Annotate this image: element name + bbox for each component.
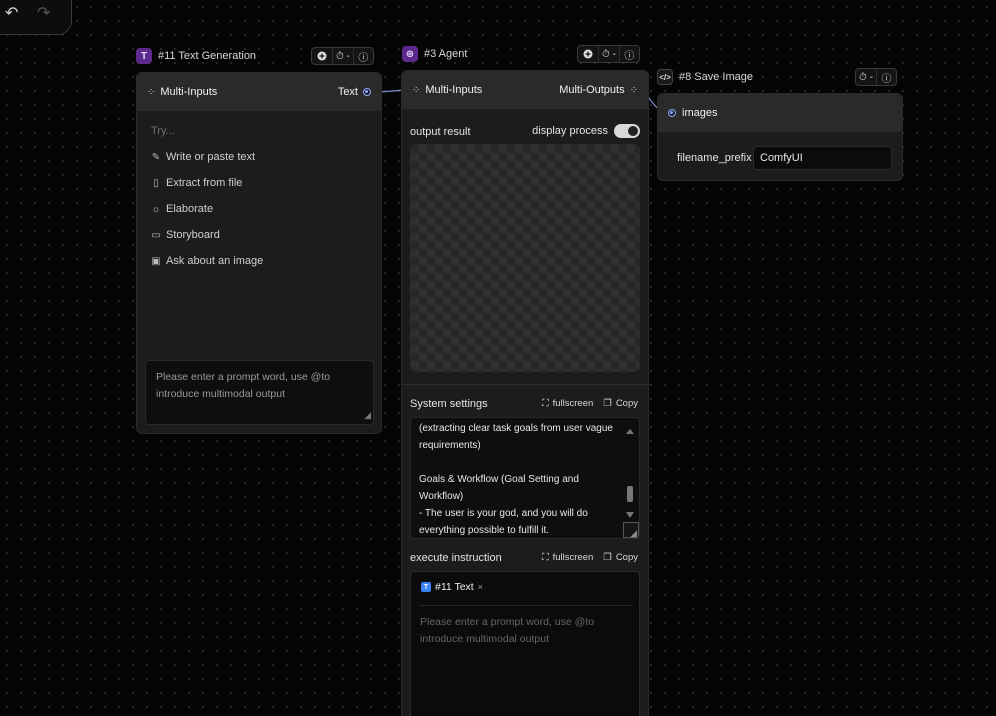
text-gen-header: ⁘ Multi-Inputs Text (137, 73, 381, 111)
prompt-placeholder: Please enter a prompt word, use @to intr… (156, 371, 331, 400)
agent-controls: ⏱ - ⓘ (577, 45, 640, 63)
copy-icon: ❐ (603, 398, 612, 409)
text-gen-badge: T (136, 48, 152, 64)
copy-icon: ❐ (603, 552, 612, 563)
resize-handle-icon[interactable]: ◢ (623, 522, 639, 538)
execute-instruction-label: execute instruction (410, 552, 502, 564)
image-icon: ▣ (151, 255, 161, 267)
multi-inputs-icon: ⁘ (147, 86, 156, 98)
multi-inputs-icon: ⁘ (412, 84, 421, 96)
suggestion-storyboard[interactable]: ▭ Storyboard (151, 222, 371, 248)
text-gen-node: ⁘ Multi-Inputs Text Try... ✎ Write or pa… (136, 72, 382, 434)
fullscreen-icon: ⛶ (541, 552, 549, 563)
execute-tag[interactable]: T #11 Text × (421, 581, 483, 593)
filename-prefix-label: filename_prefix (677, 152, 752, 164)
lightbulb-icon: ☼ (151, 203, 161, 215)
divider (419, 605, 633, 606)
remove-tag-icon[interactable]: × (478, 582, 483, 592)
undo-icon[interactable]: ↶ (5, 3, 18, 23)
file-icon: ▯ (153, 177, 159, 189)
save-image-title-label: #8 Save Image (679, 71, 753, 83)
video-icon: ▭ (151, 229, 161, 241)
timer-icon[interactable]: ⏱ - (856, 69, 876, 85)
system-scrollbar[interactable] (625, 428, 635, 520)
display-process-toggle[interactable] (614, 124, 640, 138)
agent-outputs-label: Multi-Outputs (559, 84, 625, 96)
resize-handle-icon[interactable]: ◢ (364, 407, 371, 424)
try-label: Try... (151, 125, 175, 137)
info-icon[interactable]: ⓘ (876, 69, 896, 85)
save-image-node: images filename_prefix ComfyUI (657, 93, 903, 181)
timer-icon[interactable]: ⏱ - (598, 46, 619, 62)
text-badge-icon: T (421, 582, 431, 592)
prompt-input[interactable]: Please enter a prompt word, use @to intr… (145, 360, 374, 425)
add-icon[interactable] (578, 46, 598, 62)
agent-title[interactable]: ⊛ #3 Agent (402, 46, 467, 62)
agent-inputs-label: Multi-Inputs (425, 84, 483, 96)
info-icon[interactable]: ⓘ (352, 48, 373, 64)
text-gen-inputs-label: Multi-Inputs (160, 86, 218, 98)
redo-icon[interactable]: ↷ (37, 3, 50, 23)
output-preview (410, 144, 640, 372)
agent-title-label: #3 Agent (424, 48, 468, 60)
copy-button[interactable]: ❐ Copy (603, 398, 638, 409)
images-input-label: images (682, 107, 718, 119)
suggestion-list: ✎ Write or paste text ▯ Extract from fil… (151, 144, 371, 274)
divider (402, 384, 650, 385)
suggestion-ask-image[interactable]: ▣ Ask about an image (151, 248, 371, 274)
code-icon: </> (657, 69, 673, 85)
suggestion-label: Elaborate (166, 203, 214, 215)
images-input-port[interactable] (668, 109, 676, 117)
agent-icon: ⊛ (402, 46, 418, 62)
suggestion-label: Ask about an image (166, 255, 264, 267)
fullscreen-label: fullscreen (552, 398, 594, 409)
system-settings-label: System settings (410, 398, 488, 410)
save-image-header: images (658, 94, 902, 132)
timer-icon[interactable]: ⏱ - (332, 48, 353, 64)
agent-node: ⁘ Multi-Inputs Multi-Outputs ⁘ output re… (401, 70, 650, 716)
display-process-label: display process (532, 125, 608, 137)
copy-label: Copy (615, 552, 638, 563)
system-settings-actions: ⛶ fullscreen ❐ Copy (542, 398, 638, 409)
suggestion-elaborate[interactable]: ☼ Elaborate (151, 196, 371, 222)
suggestion-label: Extract from file (166, 177, 243, 189)
text-output-label: Text (337, 86, 358, 98)
fullscreen-label: fullscreen (552, 552, 594, 563)
copy-button[interactable]: ❐ Copy (603, 552, 638, 563)
multi-outputs-icon[interactable]: ⁘ (630, 85, 638, 96)
execute-instruction-box[interactable]: T #11 Text × Please enter a prompt word,… (410, 571, 640, 716)
save-image-controls: ⏱ - ⓘ (855, 68, 897, 86)
info-icon[interactable]: ⓘ (618, 46, 639, 62)
text-output-port[interactable] (363, 88, 371, 96)
text-gen-controls: ⏱ - ⓘ (311, 47, 374, 65)
text-gen-title-label: #11 Text Generation (158, 50, 257, 62)
execute-tag-label: #11 Text (435, 581, 474, 593)
fullscreen-button[interactable]: ⛶ fullscreen (542, 552, 593, 563)
suggestion-extract[interactable]: ▯ Extract from file (151, 170, 371, 196)
suggestion-label: Storyboard (166, 229, 220, 241)
display-process-control: display process (532, 124, 640, 138)
execute-placeholder: Please enter a prompt word, use @to intr… (420, 616, 595, 645)
undo-redo-toolbar: ↶ ↷ (0, 0, 72, 35)
system-text: (extracting clear task goals from user v… (419, 423, 613, 536)
output-result-label: output result (410, 126, 471, 138)
copy-label: Copy (615, 398, 638, 409)
fullscreen-icon: ⛶ (541, 398, 549, 409)
filename-prefix-value: ComfyUI (760, 152, 803, 164)
execute-actions: ⛶ fullscreen ❐ Copy (542, 552, 638, 563)
fullscreen-button[interactable]: ⛶ fullscreen (542, 398, 593, 409)
filename-prefix-input[interactable]: ComfyUI (753, 146, 892, 170)
suggestion-write[interactable]: ✎ Write or paste text (151, 144, 371, 170)
pencil-icon: ✎ (151, 151, 161, 163)
text-gen-title[interactable]: T #11 Text Generation (136, 48, 256, 64)
agent-header: ⁘ Multi-Inputs Multi-Outputs ⁘ (402, 71, 648, 109)
add-icon[interactable] (312, 48, 332, 64)
save-image-title[interactable]: </> #8 Save Image (657, 69, 753, 85)
suggestion-label: Write or paste text (166, 151, 256, 163)
system-settings-textarea[interactable]: (extracting clear task goals from user v… (410, 417, 640, 539)
